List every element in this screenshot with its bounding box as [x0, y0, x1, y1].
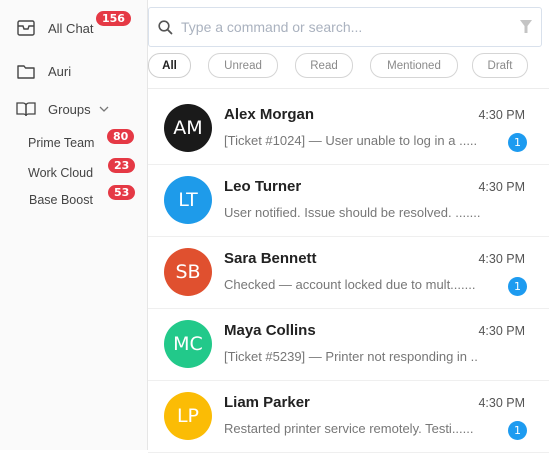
message-preview: Checked — account locked due to mult....… [224, 277, 476, 292]
contact-name: Leo Turner [224, 178, 302, 195]
book-icon [16, 99, 36, 119]
sidebar-group-prime-team[interactable]: Prime Team [28, 136, 94, 150]
divider [148, 88, 549, 89]
message-time: 4:30 PM [478, 108, 525, 122]
avatar: AM [164, 104, 212, 152]
conversation-row[interactable]: MC Maya Collins 4:30 PM [Ticket #5239] —… [148, 308, 549, 381]
sidebar-group-base-boost[interactable]: Base Boost [29, 193, 93, 207]
conversation-row[interactable]: AM Alex Morgan 4:30 PM [Ticket #1024] — … [148, 92, 549, 165]
search-icon [158, 19, 173, 35]
avatar: MC [164, 320, 212, 368]
unread-badge: 1 [508, 277, 527, 296]
group-unread-badge: 23 [108, 158, 136, 173]
message-time: 4:30 PM [478, 396, 525, 410]
unread-count-badge: 156 [96, 11, 131, 26]
sidebar-item-label: Auri [48, 63, 72, 79]
avatar: SB [164, 248, 212, 296]
message-preview: [Ticket #1024] — User unable to log in a… [224, 133, 478, 148]
unread-badge: 1 [508, 133, 527, 152]
sidebar-item-label: Groups [48, 101, 91, 117]
filter-chip-unread[interactable]: Unread [208, 53, 278, 78]
message-time: 4:30 PM [478, 252, 525, 266]
sidebar-item-auri[interactable]: Auri [16, 61, 71, 81]
conversation-row[interactable]: LT Leo Turner 4:30 PM User notified. Iss… [148, 164, 549, 237]
message-preview: [Ticket #5239] — Printer not responding … [224, 349, 478, 364]
message-time: 4:30 PM [478, 180, 525, 194]
message-time: 4:30 PM [478, 324, 525, 338]
contact-name: Maya Collins [224, 322, 316, 339]
conversation-row[interactable]: LP Liam Parker 4:30 PM Restarted printer… [148, 380, 549, 453]
sidebar-group-work-cloud[interactable]: Work Cloud [28, 166, 93, 180]
filter-icon[interactable] [519, 19, 533, 34]
message-preview: Restarted printer service remotely. Test… [224, 421, 474, 436]
chevron-down-icon[interactable] [99, 106, 109, 113]
filter-chip-draft[interactable]: Draft [472, 53, 528, 78]
filter-chip-read[interactable]: Read [295, 53, 353, 78]
search-bar [148, 7, 542, 47]
conversation-row[interactable]: SB Sara Bennett 4:30 PM Checked — accoun… [148, 236, 549, 309]
sidebar-item-label: All Chat [48, 20, 94, 36]
contact-name: Sara Bennett [224, 250, 317, 267]
group-unread-badge: 53 [108, 185, 136, 200]
sidebar-item-groups[interactable]: Groups [16, 99, 109, 119]
contact-name: Liam Parker [224, 394, 310, 411]
filter-chip-mentioned[interactable]: Mentioned [370, 53, 458, 78]
folder-icon [16, 61, 36, 81]
contact-name: Alex Morgan [224, 106, 315, 123]
avatar: LT [164, 176, 212, 224]
avatar: LP [164, 392, 212, 440]
filter-chip-all[interactable]: All [148, 53, 191, 78]
unread-badge: 1 [508, 421, 527, 440]
message-preview: User notified. Issue should be resolved.… [224, 205, 481, 220]
search-input[interactable] [179, 18, 503, 36]
sidebar-item-all-chat[interactable]: All Chat [16, 18, 94, 38]
sidebar: All Chat 156 Auri Groups Prime Team 80 W… [0, 0, 148, 450]
group-unread-badge: 80 [107, 129, 135, 144]
inbox-icon [16, 18, 36, 38]
